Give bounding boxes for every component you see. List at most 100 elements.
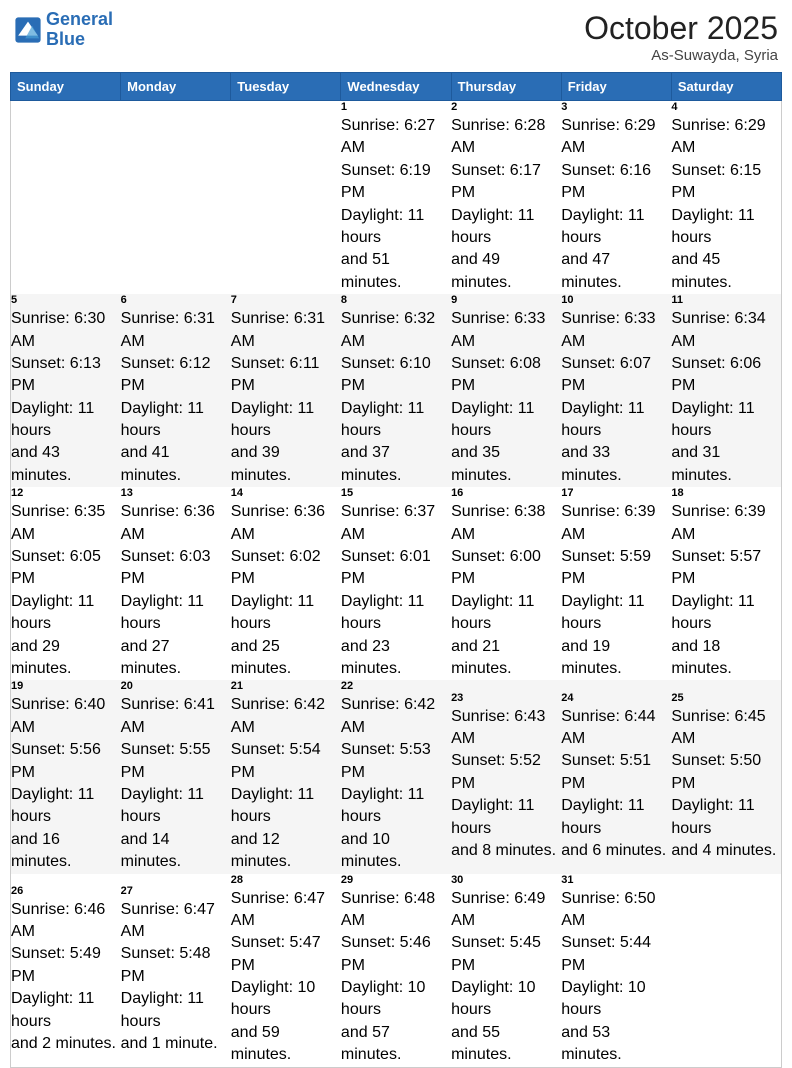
calendar-cell: 1 Sunrise: 6:27 AM Sunset: 6:19 PM Daylig…	[341, 101, 451, 295]
calendar-cell: 21 Sunrise: 6:42 AM Sunset: 5:54 PM Dayli…	[231, 680, 341, 873]
day-number: 15	[341, 487, 451, 499]
day-number: 22	[341, 680, 451, 692]
day-number: 21	[231, 680, 341, 692]
day-number: 13	[121, 487, 231, 499]
day-info: Sunrise: 6:33 AM Sunset: 6:07 PM Dayligh…	[561, 308, 671, 487]
day-number: 18	[671, 487, 781, 499]
calendar-cell	[671, 874, 781, 1068]
day-number: 14	[231, 487, 341, 499]
day-info: Sunrise: 6:31 AM Sunset: 6:11 PM Dayligh…	[231, 308, 341, 487]
col-thursday: Thursday	[451, 73, 561, 101]
day-info: Sunrise: 6:27 AM Sunset: 6:19 PM Dayligh…	[341, 115, 451, 294]
day-info: Sunrise: 6:34 AM Sunset: 6:06 PM Dayligh…	[671, 308, 781, 487]
day-number: 28	[231, 874, 341, 886]
day-info: Sunrise: 6:47 AM Sunset: 5:48 PM Dayligh…	[121, 899, 231, 1056]
day-number: 7	[231, 294, 341, 306]
col-friday: Friday	[561, 73, 671, 101]
logo-text: General Blue	[46, 10, 113, 50]
logo-icon	[14, 16, 42, 44]
calendar-cell: 28 Sunrise: 6:47 AM Sunset: 5:47 PM Dayli…	[231, 874, 341, 1068]
calendar-cell: 11 Sunrise: 6:34 AM Sunset: 6:06 PM Dayli…	[671, 294, 781, 487]
calendar-cell: 22 Sunrise: 6:42 AM Sunset: 5:53 PM Dayli…	[341, 680, 451, 873]
page: General Blue October 2025 As-Suwayda, Sy…	[0, 0, 792, 612]
calendar-cell: 6 Sunrise: 6:31 AM Sunset: 6:12 PM Daylig…	[121, 294, 231, 487]
calendar-cell: 27 Sunrise: 6:47 AM Sunset: 5:48 PM Dayli…	[121, 874, 231, 1068]
day-info: Sunrise: 6:31 AM Sunset: 6:12 PM Dayligh…	[121, 308, 231, 487]
calendar-cell: 5 Sunrise: 6:30 AM Sunset: 6:13 PM Daylig…	[11, 294, 121, 487]
day-info: Sunrise: 6:35 AM Sunset: 6:05 PM Dayligh…	[11, 501, 121, 680]
day-number: 27	[121, 885, 231, 897]
day-info: Sunrise: 6:39 AM Sunset: 5:59 PM Dayligh…	[561, 501, 671, 680]
day-info: Sunrise: 6:29 AM Sunset: 6:16 PM Dayligh…	[561, 115, 671, 294]
calendar-cell: 9 Sunrise: 6:33 AM Sunset: 6:08 PM Daylig…	[451, 294, 561, 487]
day-info: Sunrise: 6:44 AM Sunset: 5:51 PM Dayligh…	[561, 706, 671, 863]
calendar-row: 12 Sunrise: 6:35 AM Sunset: 6:05 PM Dayli…	[11, 487, 782, 680]
calendar-cell: 17 Sunrise: 6:39 AM Sunset: 5:59 PM Dayli…	[561, 487, 671, 680]
col-tuesday: Tuesday	[231, 73, 341, 101]
logo-line1: General	[46, 9, 113, 29]
day-number: 9	[451, 294, 561, 306]
day-info: Sunrise: 6:45 AM Sunset: 5:50 PM Dayligh…	[671, 706, 781, 863]
calendar-cell: 2Sunrise: 6:28 AM Sunset: 6:17 PM Daylig…	[451, 101, 561, 295]
calendar-cell: 23Sunrise: 6:43 AM Sunset: 5:52 PM Dayli…	[451, 680, 561, 873]
calendar-row: 5 Sunrise: 6:30 AM Sunset: 6:13 PM Daylig…	[11, 294, 782, 487]
day-number: 10	[561, 294, 671, 306]
logo-line2: Blue	[46, 29, 85, 49]
calendar-cell: 30Sunrise: 6:49 AM Sunset: 5:45 PM Dayli…	[451, 874, 561, 1068]
day-number: 5	[11, 294, 121, 306]
calendar-cell: 29Sunrise: 6:48 AM Sunset: 5:46 PM Dayli…	[341, 874, 451, 1068]
day-number: 26	[11, 885, 121, 897]
calendar-cell: 24Sunrise: 6:44 AM Sunset: 5:51 PM Dayli…	[561, 680, 671, 873]
day-number: 12	[11, 487, 121, 499]
calendar-row: 19 Sunrise: 6:40 AM Sunset: 5:56 PM Dayli…	[11, 680, 782, 873]
day-number: 8	[341, 294, 451, 306]
calendar-cell: 20Sunrise: 6:41 AM Sunset: 5:55 PM Dayli…	[121, 680, 231, 873]
day-info: Sunrise: 6:30 AM Sunset: 6:13 PM Dayligh…	[11, 308, 121, 487]
calendar-cell: 7 Sunrise: 6:31 AM Sunset: 6:11 PM Daylig…	[231, 294, 341, 487]
day-number: 25	[671, 692, 781, 704]
day-info: Sunrise: 6:36 AM Sunset: 6:02 PM Dayligh…	[231, 501, 341, 680]
day-number: 23	[451, 692, 561, 704]
day-number: 17	[561, 487, 671, 499]
day-number: 3	[561, 101, 671, 113]
day-info: Sunrise: 6:33 AM Sunset: 6:08 PM Dayligh…	[451, 308, 561, 487]
calendar-cell: 26 Sunrise: 6:46 AM Sunset: 5:49 PM Dayli…	[11, 874, 121, 1068]
calendar-cell	[231, 101, 341, 295]
title-section: October 2025 As-Suwayda, Syria	[584, 10, 778, 64]
location-title: As-Suwayda, Syria	[584, 47, 778, 64]
day-info: Sunrise: 6:40 AM Sunset: 5:56 PM Dayligh…	[11, 694, 121, 873]
day-number: 1	[341, 101, 451, 113]
day-info: Sunrise: 6:48 AM Sunset: 5:46 PM Dayligh…	[341, 888, 451, 1067]
day-number: 19	[11, 680, 121, 692]
calendar-cell: 10 Sunrise: 6:33 AM Sunset: 6:07 PM Dayli…	[561, 294, 671, 487]
day-number: 11	[671, 294, 781, 306]
day-info: Sunrise: 6:32 AM Sunset: 6:10 PM Dayligh…	[341, 308, 451, 487]
day-info: Sunrise: 6:38 AM Sunset: 6:00 PM Dayligh…	[451, 501, 561, 680]
day-number: 31	[561, 874, 671, 886]
calendar-cell: 4Sunrise: 6:29 AM Sunset: 6:15 PM Daylig…	[671, 101, 781, 295]
day-info: Sunrise: 6:47 AM Sunset: 5:47 PM Dayligh…	[231, 888, 341, 1067]
calendar-cell	[11, 101, 121, 295]
day-info: Sunrise: 6:50 AM Sunset: 5:44 PM Dayligh…	[561, 888, 671, 1067]
calendar-cell: 31 Sunrise: 6:50 AM Sunset: 5:44 PM Dayli…	[561, 874, 671, 1068]
day-info: Sunrise: 6:36 AM Sunset: 6:03 PM Dayligh…	[121, 501, 231, 680]
day-info: Sunrise: 6:39 AM Sunset: 5:57 PM Dayligh…	[671, 501, 781, 680]
calendar-header-row: Sunday Monday Tuesday Wednesday Thursday…	[11, 73, 782, 101]
calendar-row: 26 Sunrise: 6:46 AM Sunset: 5:49 PM Dayli…	[11, 874, 782, 1068]
calendar: Sunday Monday Tuesday Wednesday Thursday…	[10, 72, 782, 1068]
day-number: 6	[121, 294, 231, 306]
calendar-cell: 12 Sunrise: 6:35 AM Sunset: 6:05 PM Dayli…	[11, 487, 121, 680]
calendar-cell: 15Sunrise: 6:37 AM Sunset: 6:01 PM Dayli…	[341, 487, 451, 680]
day-number: 16	[451, 487, 561, 499]
calendar-cell: 8 Sunrise: 6:32 AM Sunset: 6:10 PM Daylig…	[341, 294, 451, 487]
day-number: 20	[121, 680, 231, 692]
calendar-cell	[121, 101, 231, 295]
calendar-row: 1 Sunrise: 6:27 AM Sunset: 6:19 PM Daylig…	[11, 101, 782, 295]
day-info: Sunrise: 6:49 AM Sunset: 5:45 PM Dayligh…	[451, 888, 561, 1067]
day-info: Sunrise: 6:46 AM Sunset: 5:49 PM Dayligh…	[11, 899, 121, 1056]
day-info: Sunrise: 6:42 AM Sunset: 5:53 PM Dayligh…	[341, 694, 451, 873]
day-info: Sunrise: 6:42 AM Sunset: 5:54 PM Dayligh…	[231, 694, 341, 873]
calendar-cell: 25 Sunrise: 6:45 AM Sunset: 5:50 PM Dayli…	[671, 680, 781, 873]
day-info: Sunrise: 6:29 AM Sunset: 6:15 PM Dayligh…	[671, 115, 781, 294]
col-saturday: Saturday	[671, 73, 781, 101]
